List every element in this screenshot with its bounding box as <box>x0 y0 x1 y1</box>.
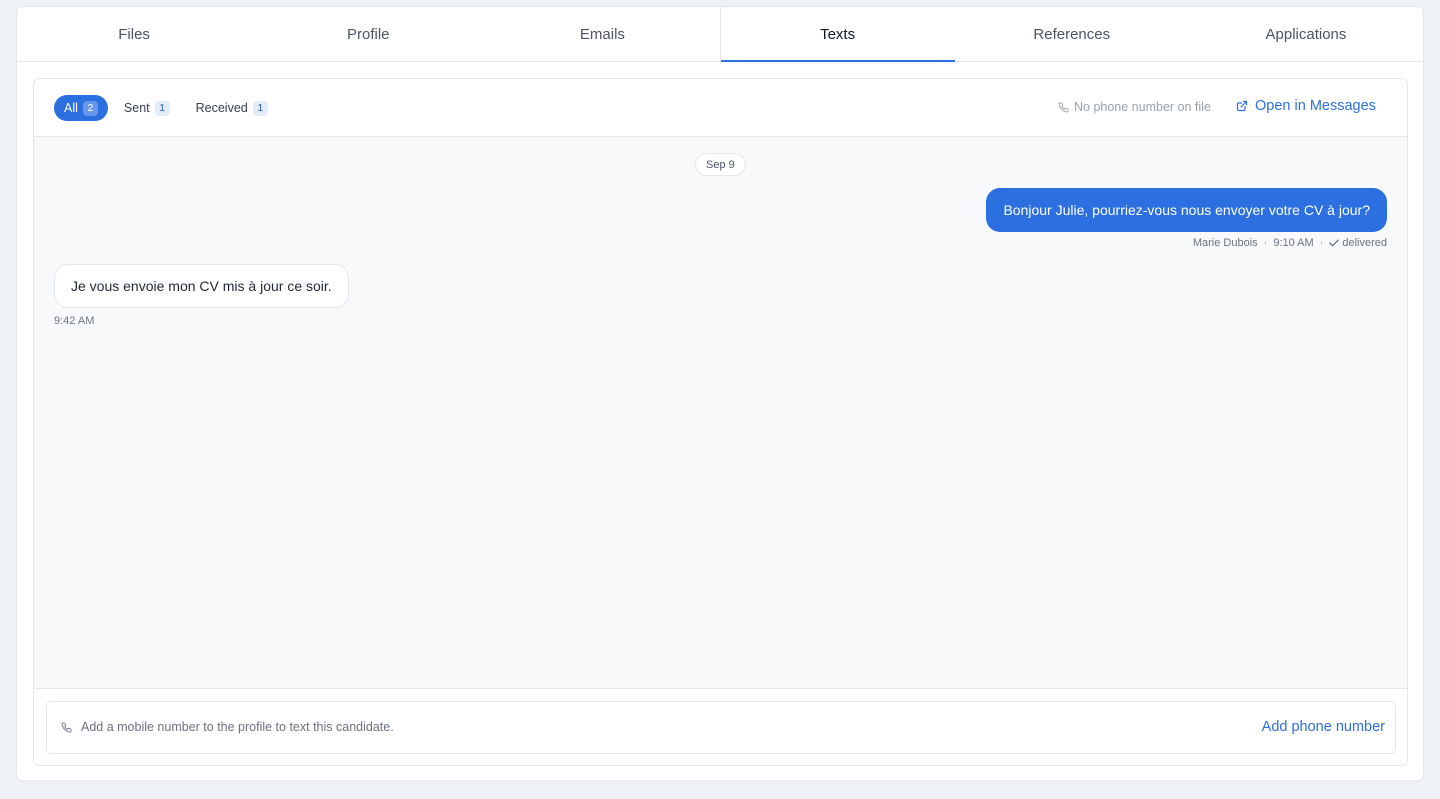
meta-separator: · <box>1319 237 1324 249</box>
texts-toolbar: All 2 Sent 1 Received 1 No phone number … <box>34 79 1407 137</box>
date-separator: Sep 9 <box>695 153 746 176</box>
message-time: 9:10 AM <box>1273 237 1314 249</box>
tab-texts[interactable]: Texts <box>719 7 955 62</box>
tab-files[interactable]: Files <box>17 7 251 61</box>
no-phone-notice: No phone number on file <box>1058 100 1211 114</box>
candidate-card: Files Profile Emails Texts References Ap… <box>16 6 1424 781</box>
composer-box: Add a mobile number to the profile to te… <box>46 701 1396 754</box>
incoming-message: Je vous envoie mon CV mis à jour ce soir… <box>54 264 349 308</box>
message-thread[interactable]: Sep 9 Bonjour Julie, pourriez-vous nous … <box>34 137 1407 688</box>
message-sender: Marie Dubois <box>1192 237 1258 249</box>
tab-emails[interactable]: Emails <box>485 7 719 61</box>
incoming-message-time: 9:42 AM <box>54 315 95 327</box>
filter-all[interactable]: All 2 <box>54 95 108 121</box>
filter-all-count: 2 <box>82 100 98 116</box>
tab-bar: Files Profile Emails Texts References Ap… <box>17 7 1423 62</box>
filter-all-label: All <box>64 101 78 115</box>
filter-group: All 2 Sent 1 Received 1 <box>54 95 278 121</box>
filter-sent-label: Sent <box>123 101 150 115</box>
no-phone-text: No phone number on file <box>1074 100 1211 114</box>
filter-received-label: Received <box>195 101 248 115</box>
texts-panel: All 2 Sent 1 Received 1 No phone number … <box>33 78 1408 766</box>
check-icon <box>1329 239 1340 247</box>
meta-separator: · <box>1263 237 1268 249</box>
open-in-messages-link[interactable]: Open in Messages <box>1236 98 1376 114</box>
filter-sent[interactable]: Sent 1 <box>114 95 180 121</box>
delivery-status: delivered <box>1342 237 1387 249</box>
filter-received[interactable]: Received 1 <box>186 95 278 121</box>
phone-icon <box>1058 101 1069 113</box>
filter-received-count: 1 <box>252 100 268 116</box>
external-link-icon <box>1236 100 1248 112</box>
open-in-messages-label: Open in Messages <box>1255 98 1376 114</box>
add-phone-number-button[interactable]: Add phone number <box>1262 719 1385 735</box>
tab-references[interactable]: References <box>955 7 1189 61</box>
outgoing-message: Bonjour Julie, pourriez-vous nous envoye… <box>986 188 1387 232</box>
filter-sent-count: 1 <box>154 100 170 116</box>
composer-hint: Add a mobile number to the profile to te… <box>61 720 394 734</box>
tab-applications[interactable]: Applications <box>1189 7 1423 61</box>
composer-area: Add a mobile number to the profile to te… <box>34 688 1407 765</box>
composer-hint-text: Add a mobile number to the profile to te… <box>81 720 394 734</box>
phone-icon <box>61 721 72 733</box>
tab-profile[interactable]: Profile <box>251 7 485 61</box>
outgoing-message-meta: Marie Dubois · 9:10 AM · delivered <box>1193 237 1387 249</box>
